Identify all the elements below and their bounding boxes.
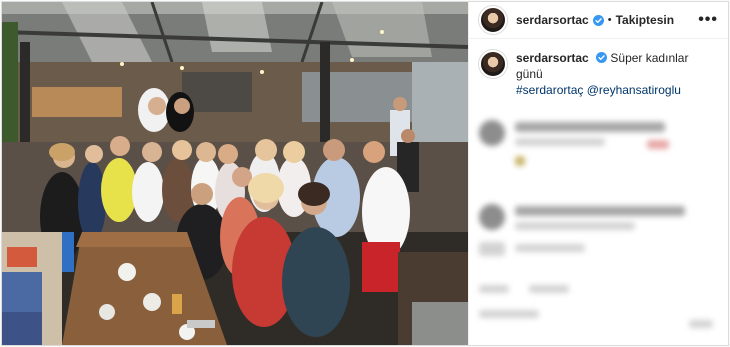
blurred-comment-text: [515, 206, 685, 216]
blurred-action: [529, 285, 569, 293]
blurred-avatar: [479, 204, 505, 230]
blurred-comment-text: [515, 138, 605, 146]
caption-username[interactable]: serdarsortac: [516, 51, 589, 65]
blurred-action: [479, 285, 509, 293]
follow-status-button[interactable]: Takiptesin: [616, 13, 674, 27]
post-header: serdarsortac • Takiptesin •••: [469, 2, 728, 39]
post-photo[interactable]: [2, 2, 468, 345]
blurred-action: [689, 320, 713, 328]
instagram-post: serdarsortac • Takiptesin ••• serdarsort…: [1, 1, 729, 346]
verified-badge-icon: [596, 52, 608, 63]
blurred-avatar: [479, 120, 505, 146]
caption: serdarsortac Süper kadınlar günü #serdar…: [469, 39, 728, 98]
blurred-block: [479, 242, 505, 256]
post-side-panel: serdarsortac • Takiptesin ••• serdarsort…: [468, 2, 728, 345]
separator-dot: •: [607, 14, 612, 26]
blurred-comment-text: [515, 122, 665, 132]
caption-mention[interactable]: @reyhansatiroglu: [587, 83, 681, 97]
verified-badge-icon: [592, 14, 604, 26]
blurred-comments: [469, 110, 728, 345]
caption-avatar[interactable]: [479, 50, 507, 78]
blurred-comment-text: [515, 244, 585, 252]
avatar[interactable]: [479, 6, 507, 34]
blurred-emoji: [515, 156, 525, 166]
more-options-icon[interactable]: •••: [698, 11, 718, 29]
caption-hashtag[interactable]: #serdarortaç: [516, 83, 583, 97]
blurred-comment-text: [515, 222, 635, 230]
blurred-emoji: [647, 140, 669, 149]
blurred-action: [479, 310, 539, 318]
header-username[interactable]: serdarsortac: [516, 13, 589, 27]
caption-text-block: serdarsortac Süper kadınlar günü #serdar…: [516, 50, 718, 98]
